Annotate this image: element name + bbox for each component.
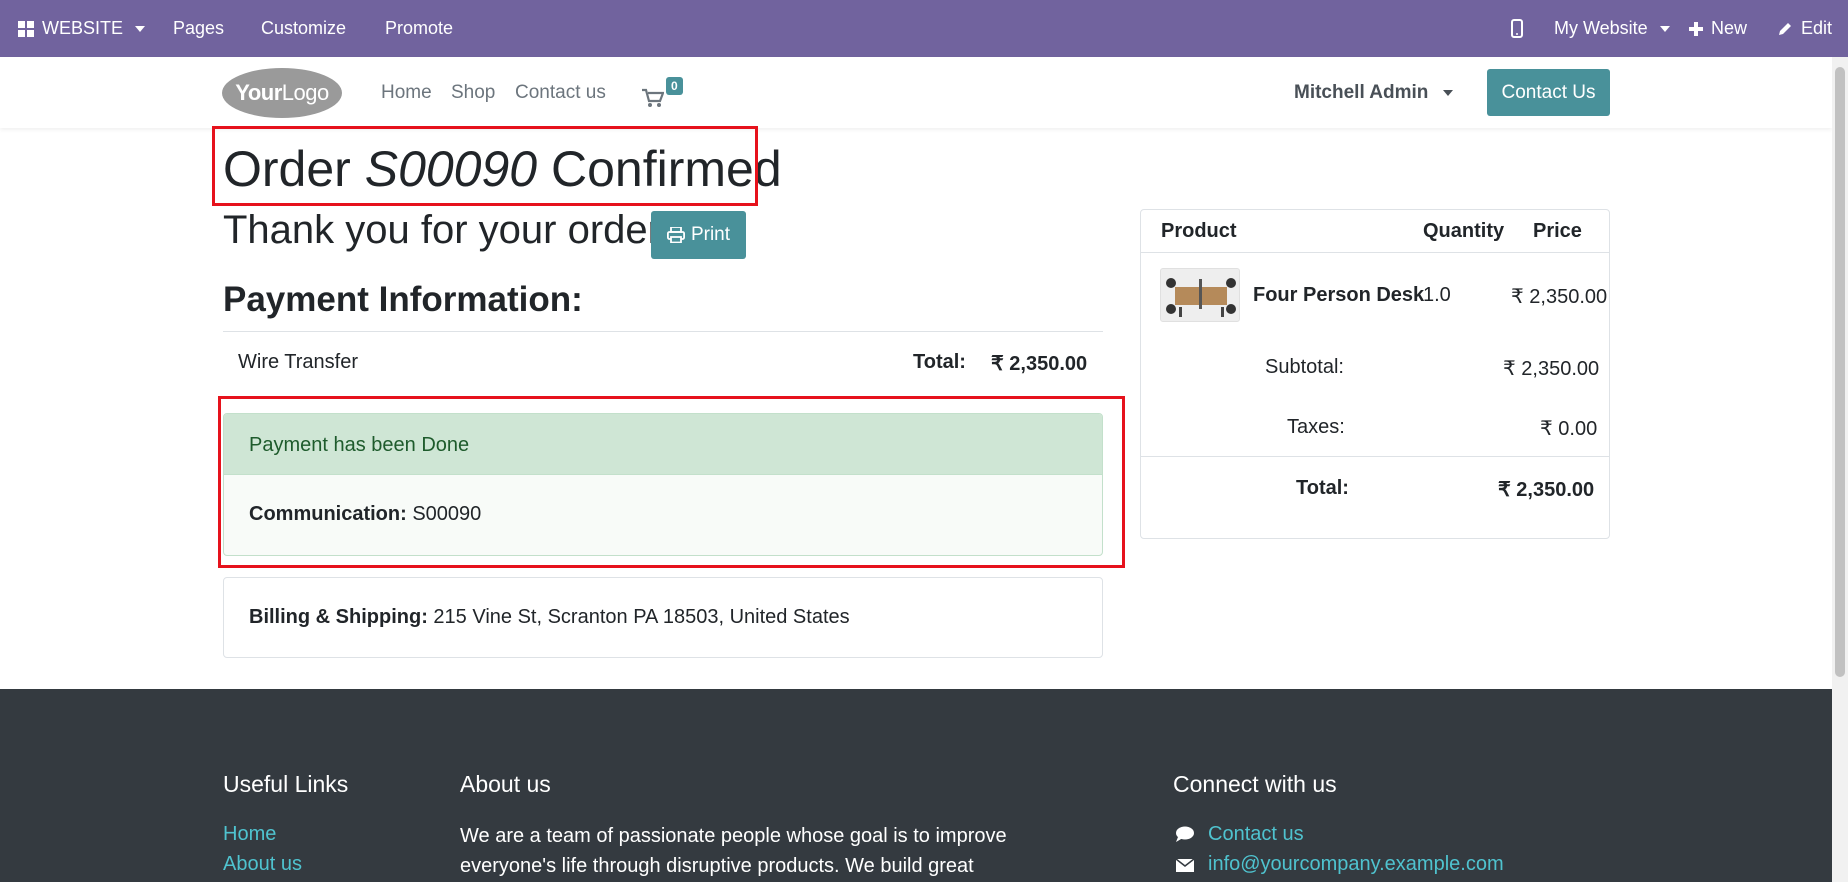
about-us-text: We are a team of passionate people whose… (460, 825, 1007, 877)
divider (1141, 252, 1609, 253)
desk-image-icon (1166, 278, 1236, 317)
nav-home[interactable]: Home (381, 57, 432, 128)
chevron-down-icon (1659, 25, 1670, 32)
footer-link-home[interactable]: Home (223, 823, 276, 846)
useful-links-heading: Useful Links (223, 771, 349, 797)
footer-contact-link[interactable]: Contact us (1208, 823, 1304, 846)
payment-method: Wire Transfer (238, 351, 359, 373)
connect-heading: Connect with us (1173, 771, 1337, 797)
nav-shop[interactable]: Shop (451, 57, 495, 128)
product-thumbnail (1160, 268, 1240, 322)
customize-menu[interactable]: Customize (261, 0, 346, 57)
print-button[interactable]: Print (651, 211, 746, 259)
page-scrollbar[interactable] (1832, 57, 1848, 882)
website-menu[interactable]: WEBSITE (18, 0, 146, 57)
payment-total-value: ₹ 2,350.00 (991, 353, 1088, 375)
my-website-label: My Website (1554, 18, 1648, 38)
site-header: Your Logo Home Shop Contact us 0 Mitchell… (0, 57, 1832, 128)
edit-label: Edit (1801, 18, 1833, 38)
edit-button[interactable]: Edit (1778, 0, 1832, 57)
payment-total-label: Total: (913, 351, 966, 373)
order-summary-card: Product Quantity Price Four Person Desk … (1140, 209, 1610, 539)
print-label: Print (690, 224, 731, 245)
comment-icon (1176, 826, 1194, 842)
my-website-menu[interactable]: My Website (1554, 0, 1670, 57)
envelope-icon (1175, 858, 1195, 872)
about-us-heading: About us (460, 771, 551, 797)
highlight-box-payment (218, 396, 1125, 568)
chevron-down-icon (1442, 89, 1453, 96)
site-footer: Useful Links Home About us About us We a… (0, 689, 1832, 882)
nav-contact-us[interactable]: Contact us (515, 57, 606, 128)
apps-grid-icon (18, 20, 34, 37)
plus-icon (1689, 21, 1703, 36)
product-quantity: 1.0 (1423, 284, 1451, 306)
shopping-cart-icon (642, 88, 664, 107)
footer-email-link[interactable]: info@yourcompany.example.com (1208, 853, 1504, 876)
logo-text-light: Logo (281, 80, 329, 105)
product-name: Four Person Desk (1253, 284, 1425, 306)
billing-label: Billing & Shipping: (249, 606, 428, 628)
contact-us-button[interactable]: Contact Us (1487, 69, 1610, 116)
summary-total-label: Total: (1296, 477, 1349, 499)
thank-you-message: Thank you for your order. (223, 208, 670, 252)
site-logo[interactable]: Your Logo (222, 68, 342, 118)
user-name: Mitchell Admin (1294, 81, 1429, 103)
product-price: ₹ 2,350.00 (1511, 286, 1608, 308)
subtotal-value: ₹ 2,350.00 (1503, 358, 1600, 380)
payment-information-heading: Payment Information: (223, 280, 583, 319)
scrollbar-thumb[interactable] (1835, 67, 1845, 677)
column-header-product: Product (1161, 220, 1237, 242)
column-header-price: Price (1533, 220, 1582, 242)
promote-menu[interactable]: Promote (385, 0, 453, 57)
new-button[interactable]: New (1689, 0, 1747, 57)
mobile-icon (1511, 19, 1523, 38)
taxes-value: ₹ 0.00 (1540, 418, 1598, 440)
cart-count-badge: 0 (666, 77, 683, 95)
logo-text-bold: Your (235, 80, 282, 105)
summary-total-value: ₹ 2,350.00 (1498, 479, 1595, 501)
divider (1141, 456, 1609, 457)
billing-shipping-box: Billing & Shipping: 215 Vine St, Scranto… (223, 577, 1103, 658)
cart-button[interactable]: 0 (642, 77, 690, 111)
footer-link-about[interactable]: About us (223, 853, 302, 876)
pencil-icon (1779, 23, 1791, 35)
taxes-label: Taxes: (1287, 416, 1345, 438)
subtotal-label: Subtotal: (1265, 356, 1344, 378)
chevron-down-icon (135, 25, 146, 32)
highlight-box-title (212, 126, 758, 206)
column-header-quantity: Quantity (1423, 220, 1505, 242)
pages-menu[interactable]: Pages (173, 0, 224, 57)
printer-icon (666, 227, 685, 243)
admin-bar: WEBSITE Pages Customize Promote My Websi… (0, 0, 1848, 57)
user-menu[interactable]: Mitchell Admin (1294, 57, 1453, 128)
billing-address: 215 Vine St, Scranton PA 18503, United S… (433, 606, 850, 628)
new-label: New (1711, 18, 1748, 38)
website-menu-label: WEBSITE (42, 18, 124, 38)
payment-row: Wire Transfer Total: ₹ 2,350.00 (223, 332, 1103, 392)
mobile-preview-button[interactable] (1511, 0, 1523, 57)
